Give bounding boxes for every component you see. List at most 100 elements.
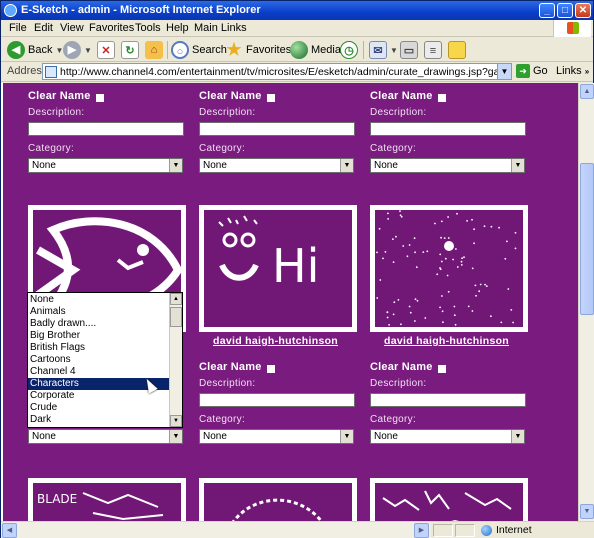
stop-button[interactable]: ✕ <box>97 40 115 60</box>
scroll-left-icon[interactable]: ◀ <box>2 523 17 538</box>
description-field-3[interactable] <box>370 122 526 136</box>
category-select-6[interactable]: None ▼ <box>370 429 525 444</box>
category-select-3[interactable]: None ▼ <box>370 158 525 173</box>
address-input[interactable]: http://www.channel4.com/entertainment/tv… <box>42 63 512 80</box>
category-select-5[interactable]: None ▼ <box>199 429 354 444</box>
author-link-2[interactable]: david haigh-hutchinson <box>384 335 509 347</box>
dropdown-arrow-icon[interactable]: ▼ <box>511 430 524 443</box>
dropdown-option[interactable]: Channel 4 <box>28 366 170 378</box>
status-cell <box>455 524 475 537</box>
star-icon: ★ <box>226 40 242 59</box>
category-select-4[interactable]: None ▼ <box>28 429 183 444</box>
drawing-thumbnail-blade[interactable]: BLADE <box>28 478 186 521</box>
history-button[interactable]: ◷ <box>340 40 358 60</box>
links-button[interactable]: Links » <box>556 65 589 77</box>
home-button[interactable]: ⌂ <box>145 40 163 60</box>
dropdown-option[interactable]: Dark <box>28 414 170 426</box>
category-select-2[interactable]: None ▼ <box>199 158 354 173</box>
menu-main-links[interactable]: Main Links <box>194 22 247 34</box>
dropdown-option[interactable]: British Flags <box>28 342 170 354</box>
dropdown-option[interactable]: Big Brother <box>28 330 170 342</box>
category-dropdown-list[interactable]: None Animals Badly drawn.... Big Brother Bri… <box>27 292 183 428</box>
clear-name-checkbox-1[interactable]: Clear Name <box>28 90 104 102</box>
dropdown-option[interactable]: None <box>28 294 170 306</box>
checkbox[interactable] <box>437 364 446 373</box>
description-field-6[interactable] <box>370 393 526 407</box>
forward-button[interactable]: ▶ ▼ <box>63 40 92 60</box>
dropdown-arrow-icon[interactable]: ▼ <box>511 159 524 172</box>
category-select-1[interactable]: None ▼ <box>28 158 183 173</box>
description-label: Description: <box>199 107 256 118</box>
checkbox[interactable] <box>95 93 104 102</box>
menu-bar: File Edit View Favorites Tools Help Main… <box>1 20 593 37</box>
page-horizontal-scrollbar[interactable]: ◀ ▶ <box>1 521 431 538</box>
scroll-right-icon[interactable]: ▶ <box>414 523 429 538</box>
menu-file[interactable]: File <box>9 22 27 34</box>
go-button[interactable]: ➜ Go <box>516 64 548 78</box>
close-button[interactable]: ✕ <box>575 3 591 18</box>
dropdown-arrow-icon[interactable]: ▼ <box>169 430 182 443</box>
print-button[interactable]: ▭ <box>400 40 418 60</box>
address-dropdown-button[interactable]: ▼ <box>497 63 512 80</box>
checkbox[interactable] <box>437 93 446 102</box>
dropdown-option[interactable]: Badly drawn.... <box>28 318 170 330</box>
messenger-button[interactable] <box>448 40 466 60</box>
scroll-down-icon[interactable]: ▼ <box>580 504 594 519</box>
clear-name-checkbox-3[interactable]: Clear Name <box>370 90 446 102</box>
minimize-button[interactable]: _ <box>539 3 555 18</box>
menu-tools[interactable]: Tools <box>135 22 161 34</box>
menu-edit[interactable]: Edit <box>34 22 53 34</box>
checkbox[interactable] <box>266 93 275 102</box>
description-field-5[interactable] <box>199 393 355 407</box>
description-field-2[interactable] <box>199 122 355 136</box>
doodle-drawing <box>375 483 523 521</box>
drawing-thumbnail-stars[interactable] <box>370 205 528 332</box>
mail-button[interactable]: ✉ ▼ <box>369 40 398 60</box>
clear-name-checkbox-6[interactable]: Clear Name <box>370 361 446 373</box>
clear-name-checkbox-5[interactable]: Clear Name <box>199 361 275 373</box>
dropdown-option[interactable]: Animals <box>28 306 170 318</box>
scroll-up-icon[interactable]: ▲ <box>170 293 182 305</box>
dropdown-arrow-icon[interactable]: ▼ <box>340 159 353 172</box>
stop-icon: ✕ <box>97 41 115 59</box>
scroll-thumb[interactable] <box>580 163 594 315</box>
category-label: Category: <box>370 414 417 425</box>
printer-icon: ▭ <box>400 41 418 59</box>
media-button[interactable]: Media <box>290 40 341 60</box>
scroll-up-icon[interactable]: ▲ <box>580 84 594 99</box>
description-label: Description: <box>199 378 256 389</box>
dropdown-option[interactable]: Cartoons <box>28 354 170 366</box>
status-cell <box>433 524 453 537</box>
scroll-thumb[interactable] <box>170 307 182 327</box>
home-icon: ⌂ <box>145 41 163 59</box>
refresh-button[interactable]: ↻ <box>121 40 139 60</box>
browser-window: E-Sketch - admin - Microsoft Internet Ex… <box>0 0 594 538</box>
menu-favorites[interactable]: Favorites <box>89 22 134 34</box>
favorites-button[interactable]: ★ Favorites <box>225 40 291 60</box>
drawing-thumbnail-doodle[interactable] <box>370 478 528 521</box>
clear-name-checkbox-2[interactable]: Clear Name <box>199 90 275 102</box>
search-button[interactable]: ○ Search <box>171 40 227 60</box>
forward-arrow-icon: ▶ <box>63 41 81 59</box>
category-label: Category: <box>199 414 246 425</box>
description-label: Description: <box>370 378 427 389</box>
menu-view[interactable]: View <box>60 22 84 34</box>
maximize-button[interactable]: □ <box>557 3 573 18</box>
drawing-thumbnail-arch[interactable] <box>199 478 357 521</box>
toolbar-divider <box>363 41 364 59</box>
dropdown-option[interactable]: Crude <box>28 402 170 414</box>
menu-help[interactable]: Help <box>166 22 189 34</box>
dropdown-arrow-icon[interactable]: ▼ <box>340 430 353 443</box>
back-button[interactable]: ◀ Back ▼ <box>7 40 63 60</box>
edit-button[interactable]: ≡ <box>424 40 442 60</box>
checkbox[interactable] <box>266 364 275 373</box>
window-title: E-Sketch - admin - Microsoft Internet Ex… <box>21 4 261 16</box>
scroll-down-icon[interactable]: ▼ <box>170 415 182 427</box>
page-vertical-scrollbar[interactable]: ▲ ▼ <box>578 83 594 521</box>
dropdown-scrollbar[interactable]: ▲ ▼ <box>169 293 182 427</box>
dropdown-arrow-icon[interactable]: ▼ <box>169 159 182 172</box>
category-label: Category: <box>199 143 246 154</box>
drawing-thumbnail-hi[interactable]: Hi <box>199 205 357 332</box>
author-link-1[interactable]: david haigh-hutchinson <box>213 335 338 347</box>
description-field-1[interactable] <box>28 122 184 136</box>
